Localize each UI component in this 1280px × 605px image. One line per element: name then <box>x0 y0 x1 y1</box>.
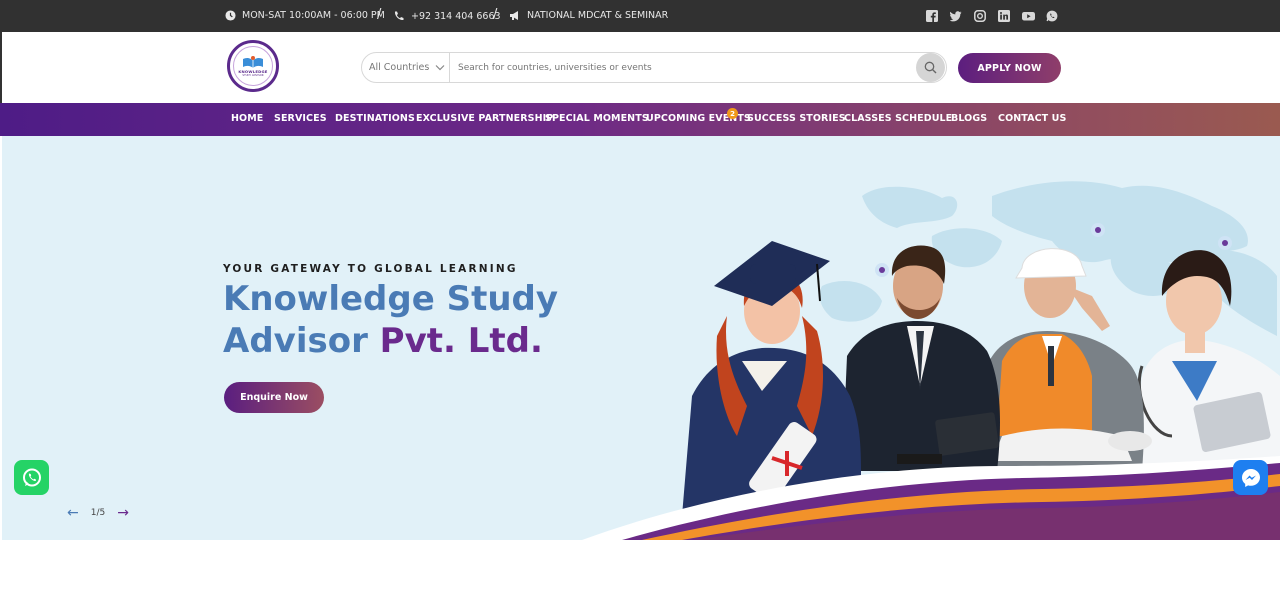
country-select[interactable]: All Countries <box>362 53 450 82</box>
nav-item-services[interactable]: SERVICES <box>274 113 327 124</box>
nav-item-classes-schedule[interactable]: CLASSES SCHEDULE <box>844 113 952 124</box>
book-logo-icon <box>243 56 263 68</box>
hero-kicker: YOUR GATEWAY TO GLOBAL LEARNING <box>223 263 518 275</box>
slide-counter: 1/5 <box>90 508 106 518</box>
hours-item: MON-SAT 10:00AM - 06:00 PM <box>225 10 385 21</box>
twitter-icon[interactable] <box>949 10 962 22</box>
next-slide-arrow-icon[interactable]: → <box>117 505 129 521</box>
whatsapp-chat-button[interactable] <box>14 460 49 495</box>
site-logo[interactable]: KNOWLEDGE STUDY ADVISOR <box>227 40 279 92</box>
megaphone-icon <box>510 11 518 20</box>
slider-pager: ← 1/5 → <box>67 505 129 521</box>
events-count-badge: 2 <box>727 108 738 119</box>
logo-emblem: KNOWLEDGE STUDY ADVISOR <box>233 46 273 86</box>
facebook-icon[interactable] <box>926 10 938 22</box>
apply-now-button[interactable]: APPLY NOW <box>958 53 1061 83</box>
enquire-now-button[interactable]: Enquire Now <box>224 382 324 413</box>
phone-text: +92 314 404 6663 <box>411 10 501 22</box>
map-marker <box>879 267 885 273</box>
hero-title-blue: Advisor <box>223 321 380 361</box>
chevron-down-icon <box>435 65 445 71</box>
separator: / <box>493 7 498 22</box>
nav-item-home[interactable]: HOME <box>231 113 263 124</box>
phone-item[interactable]: +92 314 404 6663 <box>393 10 501 22</box>
prev-slide-arrow-icon[interactable]: ← <box>67 505 79 521</box>
search-input[interactable] <box>450 53 916 82</box>
linkedin-icon[interactable] <box>998 10 1010 22</box>
map-marker <box>1095 227 1101 233</box>
instagram-icon[interactable] <box>974 10 986 22</box>
messenger-chat-button[interactable] <box>1233 460 1268 495</box>
top-bar: MON-SAT 10:00AM - 06:00 PM / +92 314 404… <box>0 0 1280 32</box>
youtube-icon[interactable] <box>1022 10 1035 22</box>
nav-item-destinations[interactable]: DESTINATIONS <box>335 113 415 124</box>
main-nav: HOME SERVICES DESTINATIONS EXCLUSIVE PAR… <box>0 103 1280 136</box>
social-links <box>926 10 1058 22</box>
logo-subtext: STUDY ADVISOR <box>242 74 264 77</box>
messenger-icon <box>1241 468 1260 487</box>
search-icon <box>924 61 937 74</box>
nav-item-blogs[interactable]: BLOGS <box>951 113 987 124</box>
clock-icon <box>225 10 236 21</box>
search-bar: All Countries <box>361 52 947 83</box>
country-select-value: All Countries <box>369 62 430 73</box>
hero-title-purple: Pvt. Ltd. <box>379 321 543 361</box>
phone-icon <box>394 11 404 21</box>
site-header: KNOWLEDGE STUDY ADVISOR All Countries AP… <box>0 32 1280 103</box>
hero-title-line1: Knowledge Study <box>223 279 559 319</box>
hero-title-line2: Advisor Pvt. Ltd. <box>223 320 558 362</box>
businessman-figure <box>842 245 1000 471</box>
nav-item-special-moments[interactable]: SPECIAL MOMENTS <box>545 113 649 124</box>
whatsapp-icon[interactable] <box>1046 10 1058 22</box>
hours-text: MON-SAT 10:00AM - 06:00 PM <box>242 10 385 21</box>
whatsapp-icon <box>22 468 41 486</box>
search-button[interactable] <box>916 53 945 82</box>
hero-slider <box>2 136 1280 540</box>
nav-item-success-stories[interactable]: SUCCESS STORIES <box>747 113 846 124</box>
nav-item-exclusive-partnership[interactable]: EXCLUSIVE PARTNERSHIP <box>416 113 553 124</box>
separator: / <box>377 7 382 22</box>
hero-title: Knowledge Study Advisor Pvt. Ltd. <box>223 278 558 362</box>
announcement-text: NATIONAL MDCAT & SEMINAR <box>527 10 669 21</box>
map-marker <box>1222 240 1228 246</box>
announcement-item[interactable]: NATIONAL MDCAT & SEMINAR <box>509 10 668 21</box>
hero-illustration <box>582 181 1280 540</box>
nav-item-contact-us[interactable]: CONTACT US <box>998 113 1066 124</box>
